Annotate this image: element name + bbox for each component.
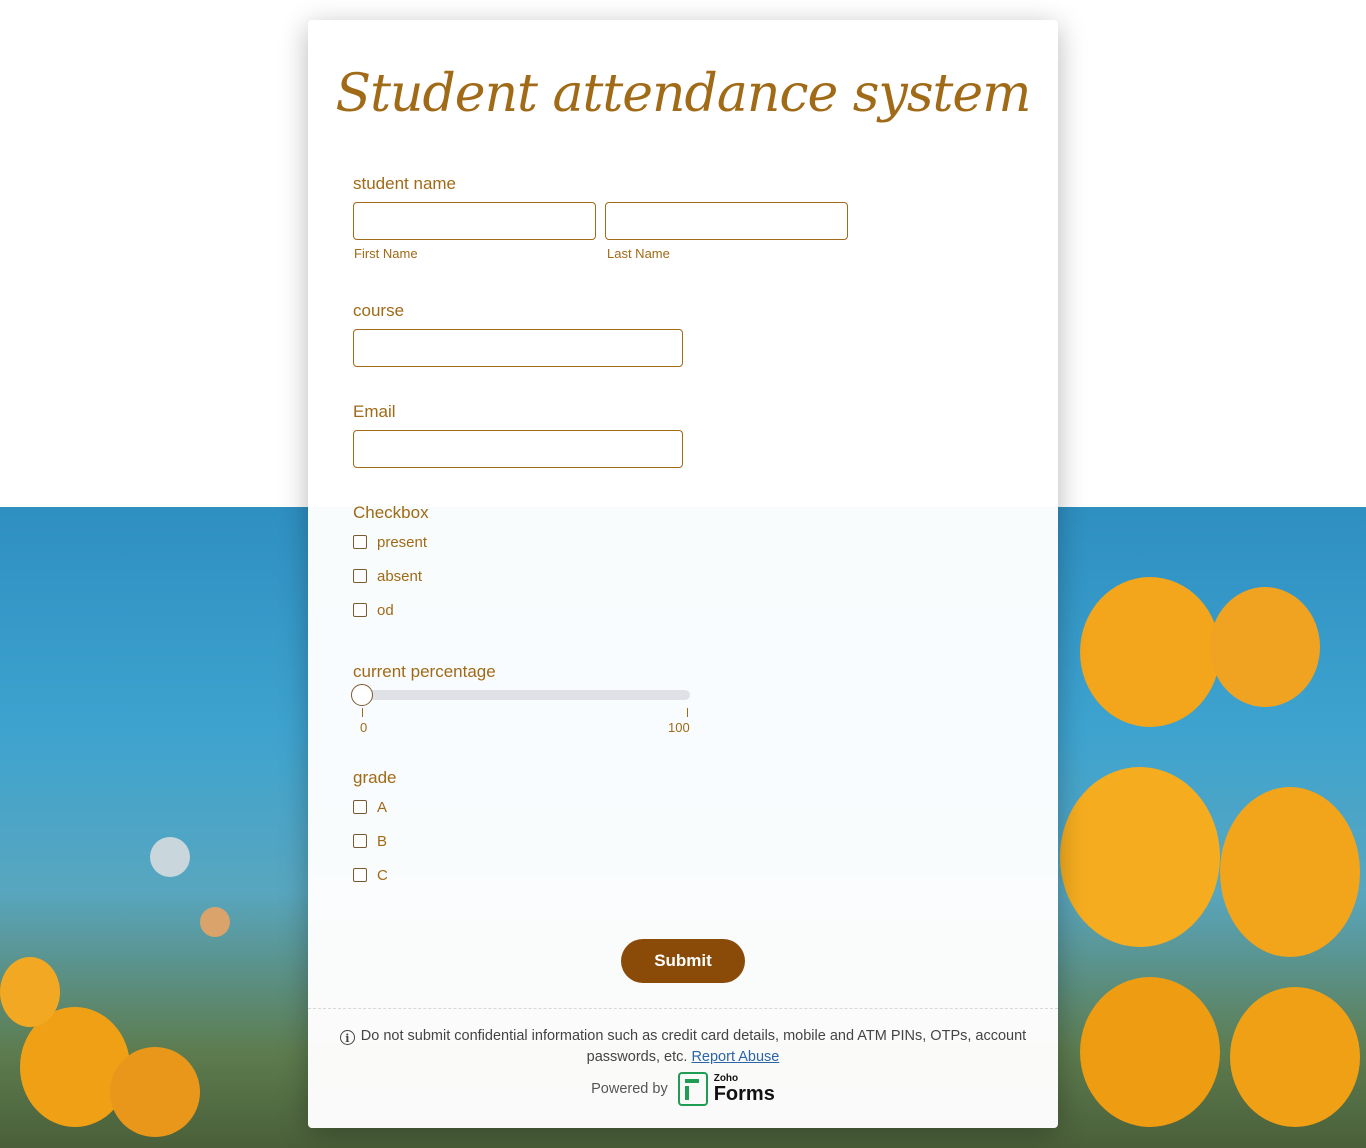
- student-name-label: student name: [353, 174, 457, 193]
- grade-option-label: A: [377, 798, 388, 816]
- checkbox-box[interactable]: [353, 603, 367, 617]
- email-input[interactable]: [353, 430, 683, 468]
- email-label: Email: [353, 402, 396, 421]
- powered-by-text: Powered by: [591, 1081, 668, 1097]
- zoho-forms-logo[interactable]: Zoho Forms: [677, 1072, 775, 1106]
- slider-max-label: 100: [668, 720, 690, 735]
- form-title: Student attendance system: [335, 64, 1032, 124]
- slider-max-tick: [687, 708, 688, 717]
- grade-label: grade: [353, 768, 397, 787]
- report-abuse-link[interactable]: Report Abuse: [691, 1049, 779, 1065]
- slider-min-label: 0: [360, 720, 368, 735]
- first-name-input[interactable]: [353, 202, 596, 240]
- checkbox-box[interactable]: [353, 800, 367, 814]
- grade-option-label: B: [377, 832, 388, 850]
- last-name-sublabel: Last Name: [607, 246, 670, 261]
- percentage-slider-thumb[interactable]: [351, 684, 373, 706]
- grade-option-label: C: [377, 866, 388, 884]
- grade-option-b[interactable]: B: [353, 832, 387, 850]
- checkbox-option-label: absent: [377, 567, 423, 585]
- logo-brand-big: Forms: [713, 1083, 775, 1105]
- checkbox-option-present[interactable]: present: [353, 533, 427, 551]
- slider-min-tick: [362, 708, 363, 717]
- grade-option-a[interactable]: A: [353, 798, 387, 816]
- form-card: Student attendance system student name F…: [308, 20, 1058, 1128]
- info-icon: i: [339, 1030, 355, 1045]
- last-name-input[interactable]: [605, 202, 848, 240]
- checkbox-box[interactable]: [353, 868, 367, 882]
- footer-divider: [308, 1008, 1058, 1009]
- checkbox-option-label: present: [377, 533, 428, 551]
- percentage-slider-track[interactable]: [363, 690, 690, 700]
- checkbox-option-label: od: [377, 601, 394, 619]
- checkbox-option-od[interactable]: od: [353, 601, 394, 619]
- course-label: course: [353, 301, 405, 320]
- checkbox-box[interactable]: [353, 569, 367, 583]
- percentage-label: current percentage: [353, 662, 496, 681]
- submit-button[interactable]: Submit: [621, 939, 745, 983]
- checkbox-label: Checkbox: [353, 503, 429, 522]
- zoho-forms-icon: [677, 1072, 708, 1106]
- checkbox-box[interactable]: [353, 834, 367, 848]
- first-name-sublabel: First Name: [354, 246, 418, 261]
- powered-by: Powered by Zoho Forms: [308, 1072, 1058, 1106]
- confidential-notice: i Do not submit confidential information …: [328, 1026, 1038, 1068]
- checkbox-box[interactable]: [353, 535, 367, 549]
- checkbox-option-absent[interactable]: absent: [353, 567, 422, 585]
- grade-option-c[interactable]: C: [353, 866, 388, 884]
- course-input[interactable]: [353, 329, 683, 367]
